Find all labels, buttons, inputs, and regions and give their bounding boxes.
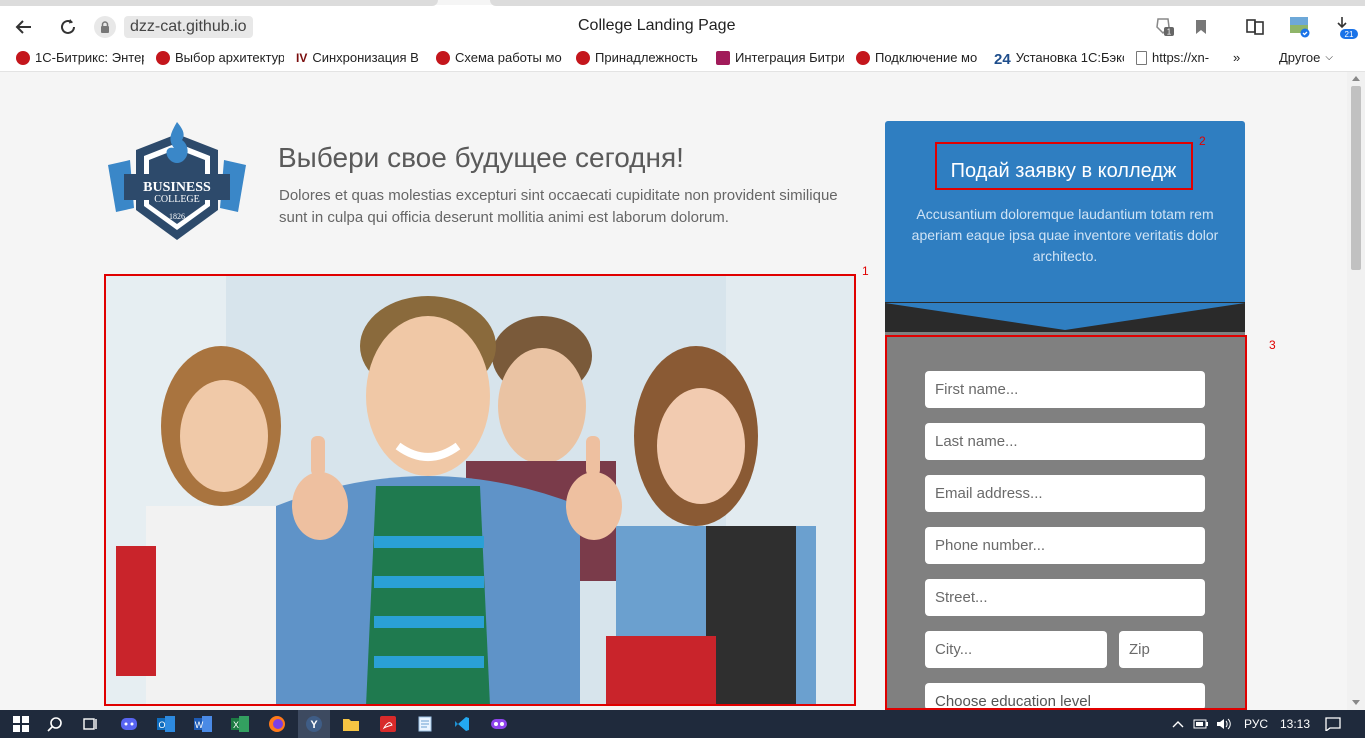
svg-text:Y: Y: [310, 719, 318, 731]
excel-icon[interactable]: X: [229, 714, 251, 734]
volume-icon[interactable]: [1213, 714, 1235, 734]
notifications-button[interactable]: 1: [1152, 14, 1178, 40]
annotation-box-1: [104, 274, 856, 706]
bookmark-item[interactable]: Интеграция Битри: [716, 50, 844, 65]
profile-button[interactable]: [1287, 14, 1313, 40]
bookmark-item[interactable]: Схема работы мо: [436, 50, 564, 65]
page-title: College Landing Page: [578, 17, 736, 34]
scrollbar-thumb[interactable]: [1351, 86, 1361, 270]
scroll-up-icon[interactable]: [1352, 76, 1360, 81]
document-icon: [1136, 50, 1147, 65]
annotation-number-1: 1: [862, 264, 869, 278]
reload-icon: [61, 19, 75, 34]
acrobat-icon[interactable]: [377, 714, 399, 734]
svg-text:21: 21: [1345, 30, 1354, 39]
tray-expand-icon[interactable]: [1167, 714, 1189, 734]
bookmark-item[interactable]: 24 Установка 1С:Бэкс: [994, 50, 1124, 65]
bookmark-item[interactable]: Подключение мо: [856, 50, 984, 65]
vscode-icon[interactable]: [451, 714, 473, 734]
firefox-icon[interactable]: [266, 714, 288, 734]
collections-icon: [1246, 19, 1264, 35]
panel-header-arrow: [885, 303, 1245, 330]
shield-badge-icon: 1: [1156, 18, 1174, 37]
svg-text:1826: 1826: [169, 212, 185, 221]
bookmark-button[interactable]: [1188, 14, 1214, 40]
downloads-button[interactable]: 21: [1333, 14, 1359, 40]
chevron-down-icon: ⌵: [1325, 52, 1333, 63]
bookmark-item[interactable]: Принадлежность: [576, 50, 704, 65]
bookmark-item[interactable]: Выбор архитектур: [156, 50, 284, 65]
word-icon[interactable]: W: [192, 714, 214, 734]
annotation-number-3: 3: [1269, 338, 1276, 352]
battery-icon[interactable]: [1190, 714, 1212, 734]
annotation-box-2: [935, 142, 1193, 190]
game-app-icon[interactable]: [488, 714, 510, 734]
hero-title: Выбери свое будущее сегодня!: [278, 142, 684, 173]
windows-start-icon[interactable]: [10, 714, 32, 734]
hero-description: Dolores et quas molestias excepturi sint…: [279, 187, 838, 226]
collections-button[interactable]: [1242, 14, 1268, 40]
svg-text:COLLEGE: COLLEGE: [154, 194, 200, 205]
profile-image-icon: [1290, 17, 1310, 38]
application-description: Accusantium doloremque laudantium totam …: [911, 206, 1219, 264]
scroll-down-icon[interactable]: [1352, 700, 1360, 705]
clock[interactable]: 13:13: [1280, 717, 1310, 731]
svg-text:W: W: [195, 720, 204, 730]
arrow-left-icon: [15, 20, 31, 34]
college-logo: BUSINESS COLLEGE 1826: [104, 120, 250, 242]
browser-toolbar: dzz-cat.github.io College Landing Page 1…: [0, 0, 1365, 44]
bitrix-icon: [436, 50, 450, 65]
red-circle-icon: [856, 50, 870, 65]
annotation-box-3: [885, 335, 1247, 710]
bookmarks-overflow-button[interactable]: »: [1233, 50, 1240, 65]
notepad-icon[interactable]: [414, 714, 436, 734]
task-view-icon[interactable]: [79, 714, 101, 734]
bookmarks-bar: 1С-Битрикс: Энтер Выбор архитектур IV Син…: [0, 44, 1365, 72]
svg-text:X: X: [233, 720, 239, 730]
bookmark-item[interactable]: https://xn-: [1136, 50, 1216, 65]
page-scrollbar[interactable]: [1347, 72, 1365, 710]
address-bar[interactable]: dzz-cat.github.io: [94, 14, 253, 40]
notification-center-icon[interactable]: [1322, 714, 1344, 734]
discord-icon[interactable]: [118, 714, 140, 734]
language-indicator[interactable]: РУС: [1244, 717, 1268, 731]
annotation-number-2: 2: [1199, 134, 1206, 148]
iv-icon: IV: [296, 50, 308, 65]
svg-text:1: 1: [1167, 28, 1172, 37]
download-icon: 21: [1337, 17, 1358, 39]
bookmark-icon: [1196, 20, 1206, 34]
url-text[interactable]: dzz-cat.github.io: [124, 16, 253, 38]
bitrix-icon: [576, 50, 590, 65]
yandex-browser-icon[interactable]: Y: [298, 710, 330, 738]
lock-icon[interactable]: [94, 16, 116, 38]
search-icon[interactable]: [44, 714, 66, 734]
taskbar: O W X Y РУС 13:13: [0, 710, 1365, 738]
svg-text:O: O: [158, 720, 165, 730]
bitrix-icon: [16, 50, 30, 65]
svg-text:BUSINESS: BUSINESS: [143, 180, 211, 195]
file-explorer-icon[interactable]: [340, 714, 362, 734]
other-bookmarks-button[interactable]: Другое ⌵: [1279, 50, 1333, 65]
tab-strip-left: [0, 0, 438, 6]
outlook-icon[interactable]: O: [155, 714, 177, 734]
tab-strip-right: [490, 0, 1365, 6]
back-button[interactable]: [12, 15, 36, 39]
reload-button[interactable]: [56, 15, 80, 39]
bitrix-icon: [156, 50, 170, 65]
bookmark-item[interactable]: IV Синхронизация В: [296, 50, 424, 65]
24-icon: 24: [994, 50, 1011, 66]
bookmark-item[interactable]: 1С-Битрикс: Энтер: [16, 50, 144, 65]
square-icon: [716, 50, 730, 65]
